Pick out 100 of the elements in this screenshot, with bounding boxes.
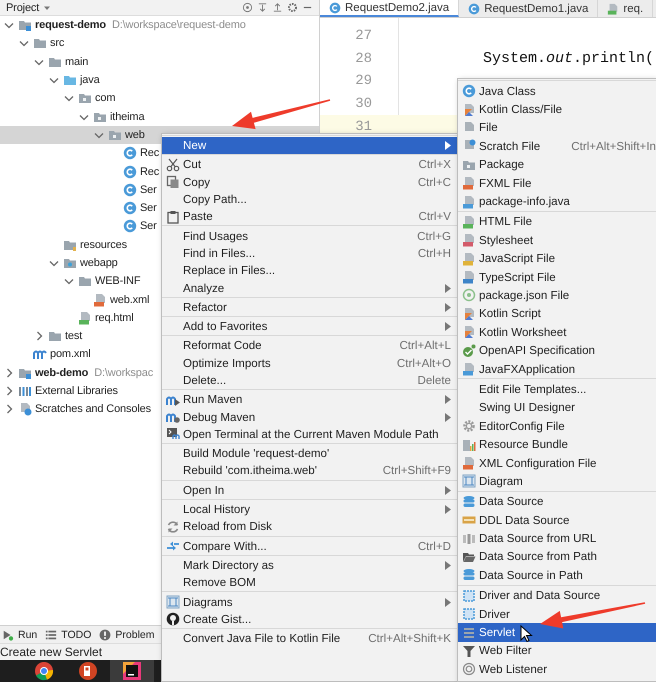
menu-item[interactable]: FXML File [458, 174, 656, 192]
menu-item[interactable]: Scratch File Ctrl+Alt+Shift+In [458, 137, 656, 156]
menu-item[interactable]: Find in Files... Ctrl+H [162, 244, 457, 262]
menu-item[interactable]: Add to Favorites [162, 318, 457, 336]
menu-item[interactable]: Diagrams [162, 593, 457, 611]
menu-item[interactable]: Open Terminal at the Current Maven Module Path [162, 426, 457, 444]
folder-icon [33, 36, 47, 50]
cursor-icon [520, 624, 533, 642]
menu-item[interactable]: Convert Java File to Kotlin File Ctrl+Alt+Shift+K [162, 630, 457, 648]
folder-icon [48, 329, 62, 344]
menu-item[interactable]: Delete... Delete [162, 372, 457, 390]
menu-item[interactable]: Kotlin Class/File [458, 100, 656, 119]
css-file-icon [462, 233, 476, 248]
tree-item[interactable]: itheima [0, 107, 319, 126]
menu-item[interactable]: Open In [162, 482, 457, 499]
menu-item[interactable]: Refactor [162, 298, 457, 316]
menu-item[interactable]: Data Source from Path [458, 548, 656, 566]
locate-icon[interactable] [242, 2, 253, 13]
expand-all-icon[interactable] [257, 2, 268, 13]
editor-tab[interactable]: RequestDemo2.java [320, 0, 460, 17]
menu-item[interactable]: Package [458, 156, 656, 174]
menu-item[interactable]: OpenAPI Specification [458, 341, 656, 360]
menu-item[interactable]: Stylesheet [458, 231, 656, 250]
tree-item[interactable]: com [0, 89, 319, 108]
menu-item[interactable]: Kotlin Worksheet [458, 323, 656, 342]
menu-item[interactable]: File [458, 118, 656, 138]
paste-icon [166, 210, 180, 224]
editor-tab[interactable]: req. [598, 0, 654, 17]
menu-item[interactable]: Diagram [458, 472, 656, 491]
menu-item[interactable]: Paste Ctrl+V [162, 208, 457, 226]
package-icon [78, 91, 92, 106]
menu-item[interactable]: JavaFXApplication [458, 360, 656, 378]
class-icon [123, 146, 137, 160]
menu-item[interactable]: Remove BOM [162, 574, 457, 592]
menu-item[interactable]: Cut Ctrl+X [162, 156, 457, 174]
code-line: System.out.println( [482, 50, 654, 68]
menu-item[interactable]: package.json File [458, 286, 656, 305]
shortcut-label: Ctrl+Alt+Shift+In [571, 140, 656, 153]
xml-file-icon [462, 176, 476, 190]
line-number: 30 [354, 96, 373, 112]
menu-item[interactable]: XML Configuration File [458, 454, 656, 472]
menu-item[interactable]: Web Filter [458, 642, 656, 660]
menu-item[interactable]: DDL Data Source [458, 510, 656, 530]
tool-window-button[interactable]: TODO [45, 628, 92, 640]
menu-item[interactable]: Resource Bundle [458, 435, 656, 454]
menu-item[interactable]: Web Listener [458, 660, 656, 678]
settings-icon[interactable] [287, 2, 298, 13]
menu-item[interactable]: Analyze [162, 279, 457, 297]
menu-item[interactable]: Java Class [458, 82, 656, 100]
shortcut-label: Delete [417, 374, 451, 387]
collapse-all-icon[interactable] [272, 2, 283, 13]
menu-item[interactable]: Find Usages Ctrl+G [162, 227, 457, 245]
menu-item[interactable]: JavaScript File [458, 250, 656, 268]
menu-item[interactable]: Optimize Imports Ctrl+Alt+O [162, 354, 457, 372]
panel-title[interactable]: Project [6, 2, 40, 14]
problems-icon [99, 628, 112, 640]
menu-item[interactable]: HTML File [458, 212, 656, 232]
menu-item[interactable]: Copy Path... [162, 190, 457, 208]
menu-item[interactable]: Local History [162, 500, 457, 518]
menu-item[interactable]: EditorConfig File [458, 417, 656, 436]
editor-tab[interactable]: RequestDemo1.java [459, 0, 598, 17]
menu-item[interactable]: Edit File Templates... [458, 380, 656, 399]
database-icon [462, 568, 476, 582]
tool-window-button[interactable]: Problem [99, 628, 155, 640]
menu-item[interactable]: Reformat Code Ctrl+Alt+L [162, 337, 457, 355]
tree-item[interactable]: java [0, 70, 319, 90]
tree-item[interactable]: request-demo D:\workspace\request-demo [0, 16, 319, 34]
database-url-icon [462, 532, 476, 546]
shortcut-label: Ctrl+Alt+Shift+K [368, 632, 451, 646]
class-icon [123, 164, 137, 179]
menu-item[interactable]: Swing UI Designer [458, 398, 656, 418]
tree-item[interactable]: src [0, 34, 319, 53]
menu-item[interactable]: Driver [458, 604, 656, 624]
tool-window-button[interactable]: Run [2, 628, 38, 640]
menu-item[interactable]: Servlet [458, 623, 656, 642]
menu-item[interactable]: Build Module 'request-demo' [162, 445, 457, 462]
kotlin-file-icon [462, 325, 476, 340]
menu-item[interactable]: Data Source from URL [458, 529, 656, 548]
menu-item[interactable]: Debug Maven [162, 408, 457, 426]
menu-item[interactable]: Create Gist... [162, 610, 457, 628]
menu-item[interactable]: Mark Directory as [162, 556, 457, 574]
menu-item[interactable]: Rebuild 'com.itheima.web' Ctrl+Shift+F9 [162, 462, 457, 480]
menu-item[interactable]: New [162, 137, 457, 154]
menu-item[interactable]: Replace in Files... [162, 262, 457, 280]
menu-item[interactable]: Data Source [458, 492, 656, 511]
menu-item[interactable]: Reload from Disk [162, 518, 457, 536]
caret-icon[interactable] [43, 4, 52, 12]
menu-item[interactable]: TypeScript File [458, 268, 656, 286]
menu-item[interactable]: Compare With... Ctrl+D [162, 538, 457, 555]
menu-item[interactable]: package-info.java [458, 192, 656, 211]
menu-item[interactable]: Data Source in Path [458, 566, 656, 585]
menu-item[interactable]: Driver and Data Source [458, 586, 656, 605]
menu-item[interactable]: Run Maven [162, 391, 457, 408]
taskbar-button[interactable] [110, 660, 154, 682]
tree-item[interactable]: main [0, 52, 319, 71]
menu-item[interactable]: Copy Ctrl+C [162, 174, 457, 191]
compare-icon [166, 539, 180, 554]
shortcut-label: Ctrl+V [418, 210, 451, 224]
class-icon [329, 2, 341, 14]
menu-item[interactable]: Kotlin Script [458, 304, 656, 324]
